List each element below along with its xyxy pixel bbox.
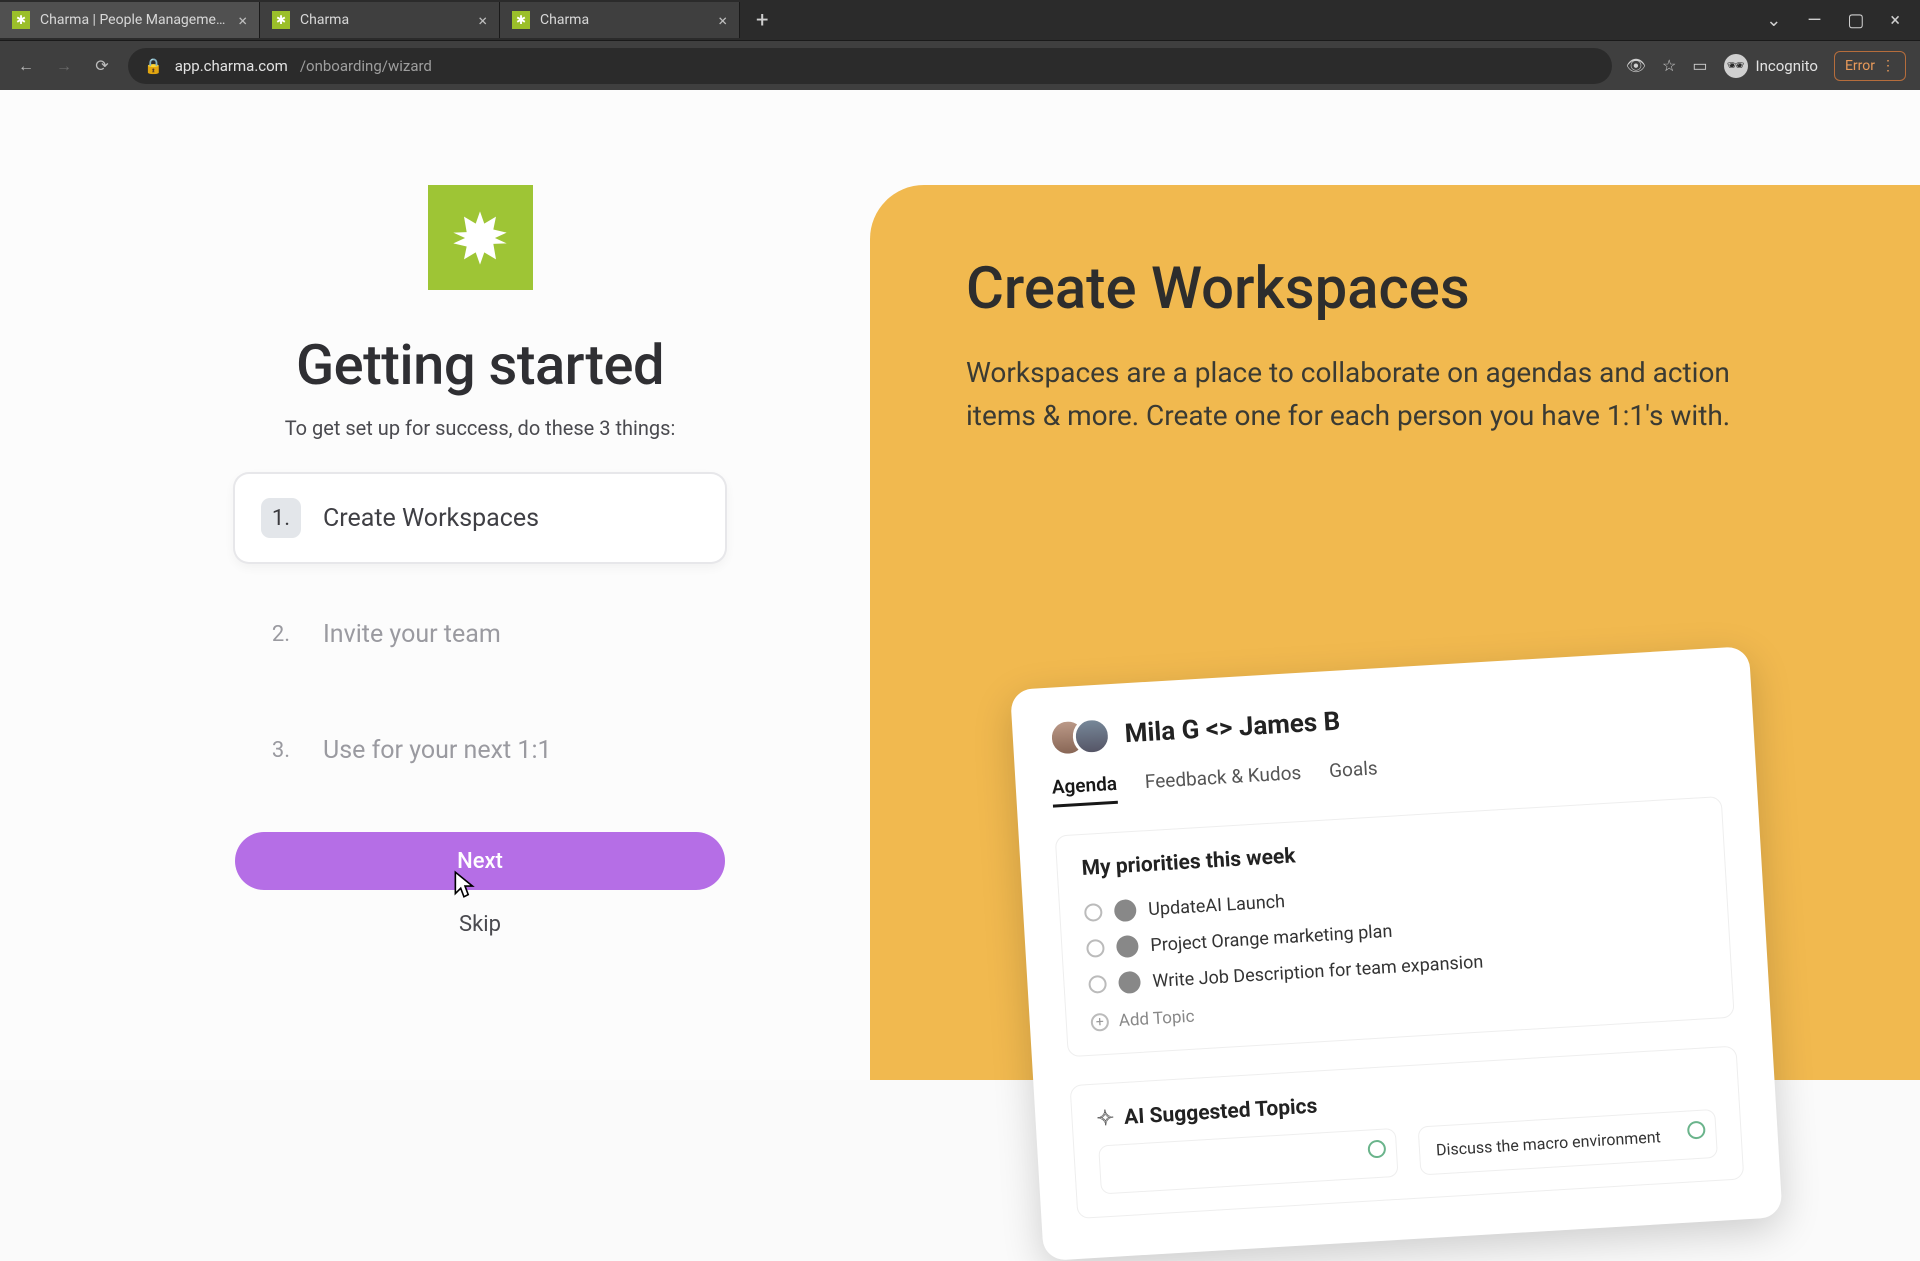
favicon-icon [272,11,290,29]
suggestion-card[interactable] [1098,1128,1398,1195]
url-input[interactable]: 🔒 app.charma.com/onboarding/wizard [128,48,1612,84]
avatar [1118,971,1141,994]
checkbox-icon[interactable] [1088,975,1107,994]
tab-bar: Charma | People Management S × Charma × … [0,0,1920,40]
incognito-label: Incognito [1756,57,1818,75]
lock-icon: 🔒 [144,57,163,75]
reader-icon[interactable]: ▭ [1692,56,1707,75]
error-badge[interactable]: Error ⋮ [1834,51,1906,81]
page-title: Getting started [296,332,664,398]
step-label: Use for your next 1:1 [323,736,552,765]
close-icon[interactable]: × [718,11,727,30]
plus-icon: + [1090,1013,1109,1032]
step-number: 3. [261,730,301,770]
tab-title: Charma | People Management S [40,12,228,28]
reload-button[interactable]: ⟳ [90,54,114,78]
eye-off-icon[interactable]: 👁 [1626,56,1646,75]
favicon-icon [12,11,30,29]
avatar-stack [1048,716,1112,758]
panel-description: Workspaces are a place to collaborate on… [966,351,1786,438]
close-window-icon[interactable]: × [1890,10,1900,31]
close-icon[interactable]: × [478,11,487,30]
app-logo [428,185,533,290]
avatar [1114,899,1137,922]
browser-tab-2[interactable]: Charma × [260,2,500,38]
suggestion-text: Discuss the macro environment [1435,1127,1661,1159]
check-icon[interactable] [1687,1121,1706,1140]
workspace-title: Mila G <> James B [1124,707,1341,750]
url-path: /onboarding/wizard [300,57,432,75]
address-bar: ← → ⟳ 🔒 app.charma.com/onboarding/wizard… [0,40,1920,90]
tab-goals[interactable]: Goals [1328,756,1378,791]
browser-tab-3[interactable]: Charma × [500,2,740,38]
incognito-badge[interactable]: 🕶 Incognito [1724,54,1818,78]
incognito-icon: 🕶 [1724,54,1748,78]
browser-tab-1[interactable]: Charma | People Management S × [0,2,260,38]
close-icon[interactable]: × [238,11,247,30]
url-host: app.charma.com [175,57,288,75]
workspace-preview-card: Mila G <> James B Agenda Feedback & Kudo… [1010,646,1783,1261]
sparkle-icon: ✧ [1096,1106,1115,1132]
tab-title: Charma [540,12,708,28]
item-label: UpdateAI Launch [1148,891,1286,920]
check-icon[interactable] [1367,1140,1386,1159]
checkbox-icon[interactable] [1086,939,1105,958]
step-number: 2. [261,614,301,654]
tab-agenda[interactable]: Agenda [1051,772,1118,808]
back-button[interactable]: ← [14,54,38,78]
step-label: Create Workspaces [323,504,539,533]
next-button[interactable]: Next [235,832,725,890]
tab-feedback[interactable]: Feedback & Kudos [1144,761,1302,802]
checkbox-icon[interactable] [1084,903,1103,922]
more-icon: ⋮ [1881,58,1895,74]
new-tab-button[interactable]: + [740,8,784,33]
step-use-next-1-1[interactable]: 3. Use for your next 1:1 [235,706,725,794]
step-create-workspaces[interactable]: 1. Create Workspaces [235,474,725,562]
error-label: Error [1845,58,1875,74]
tab-title: Charma [300,12,468,28]
minimize-icon[interactable]: — [1807,10,1821,31]
burst-icon [448,206,512,270]
step-label: Invite your team [323,620,501,649]
skip-link[interactable]: Skip [459,912,501,937]
favicon-icon [512,11,530,29]
step-invite-team[interactable]: 2. Invite your team [235,590,725,678]
step-number: 1. [261,498,301,538]
add-topic-label: Add Topic [1118,1007,1195,1031]
chevron-down-icon[interactable]: ⌄ [1766,10,1781,31]
suggestion-card[interactable]: Discuss the macro environment [1418,1109,1718,1176]
forward-button[interactable]: → [52,54,76,78]
bookmark-icon[interactable]: ☆ [1662,56,1676,75]
page-subtitle: To get set up for success, do these 3 th… [285,416,676,440]
avatar [1116,935,1139,958]
ai-section-title: AI Suggested Topics [1123,1094,1318,1129]
panel-title: Create Workspaces [966,255,1840,323]
maximize-icon[interactable]: ▢ [1847,10,1864,31]
